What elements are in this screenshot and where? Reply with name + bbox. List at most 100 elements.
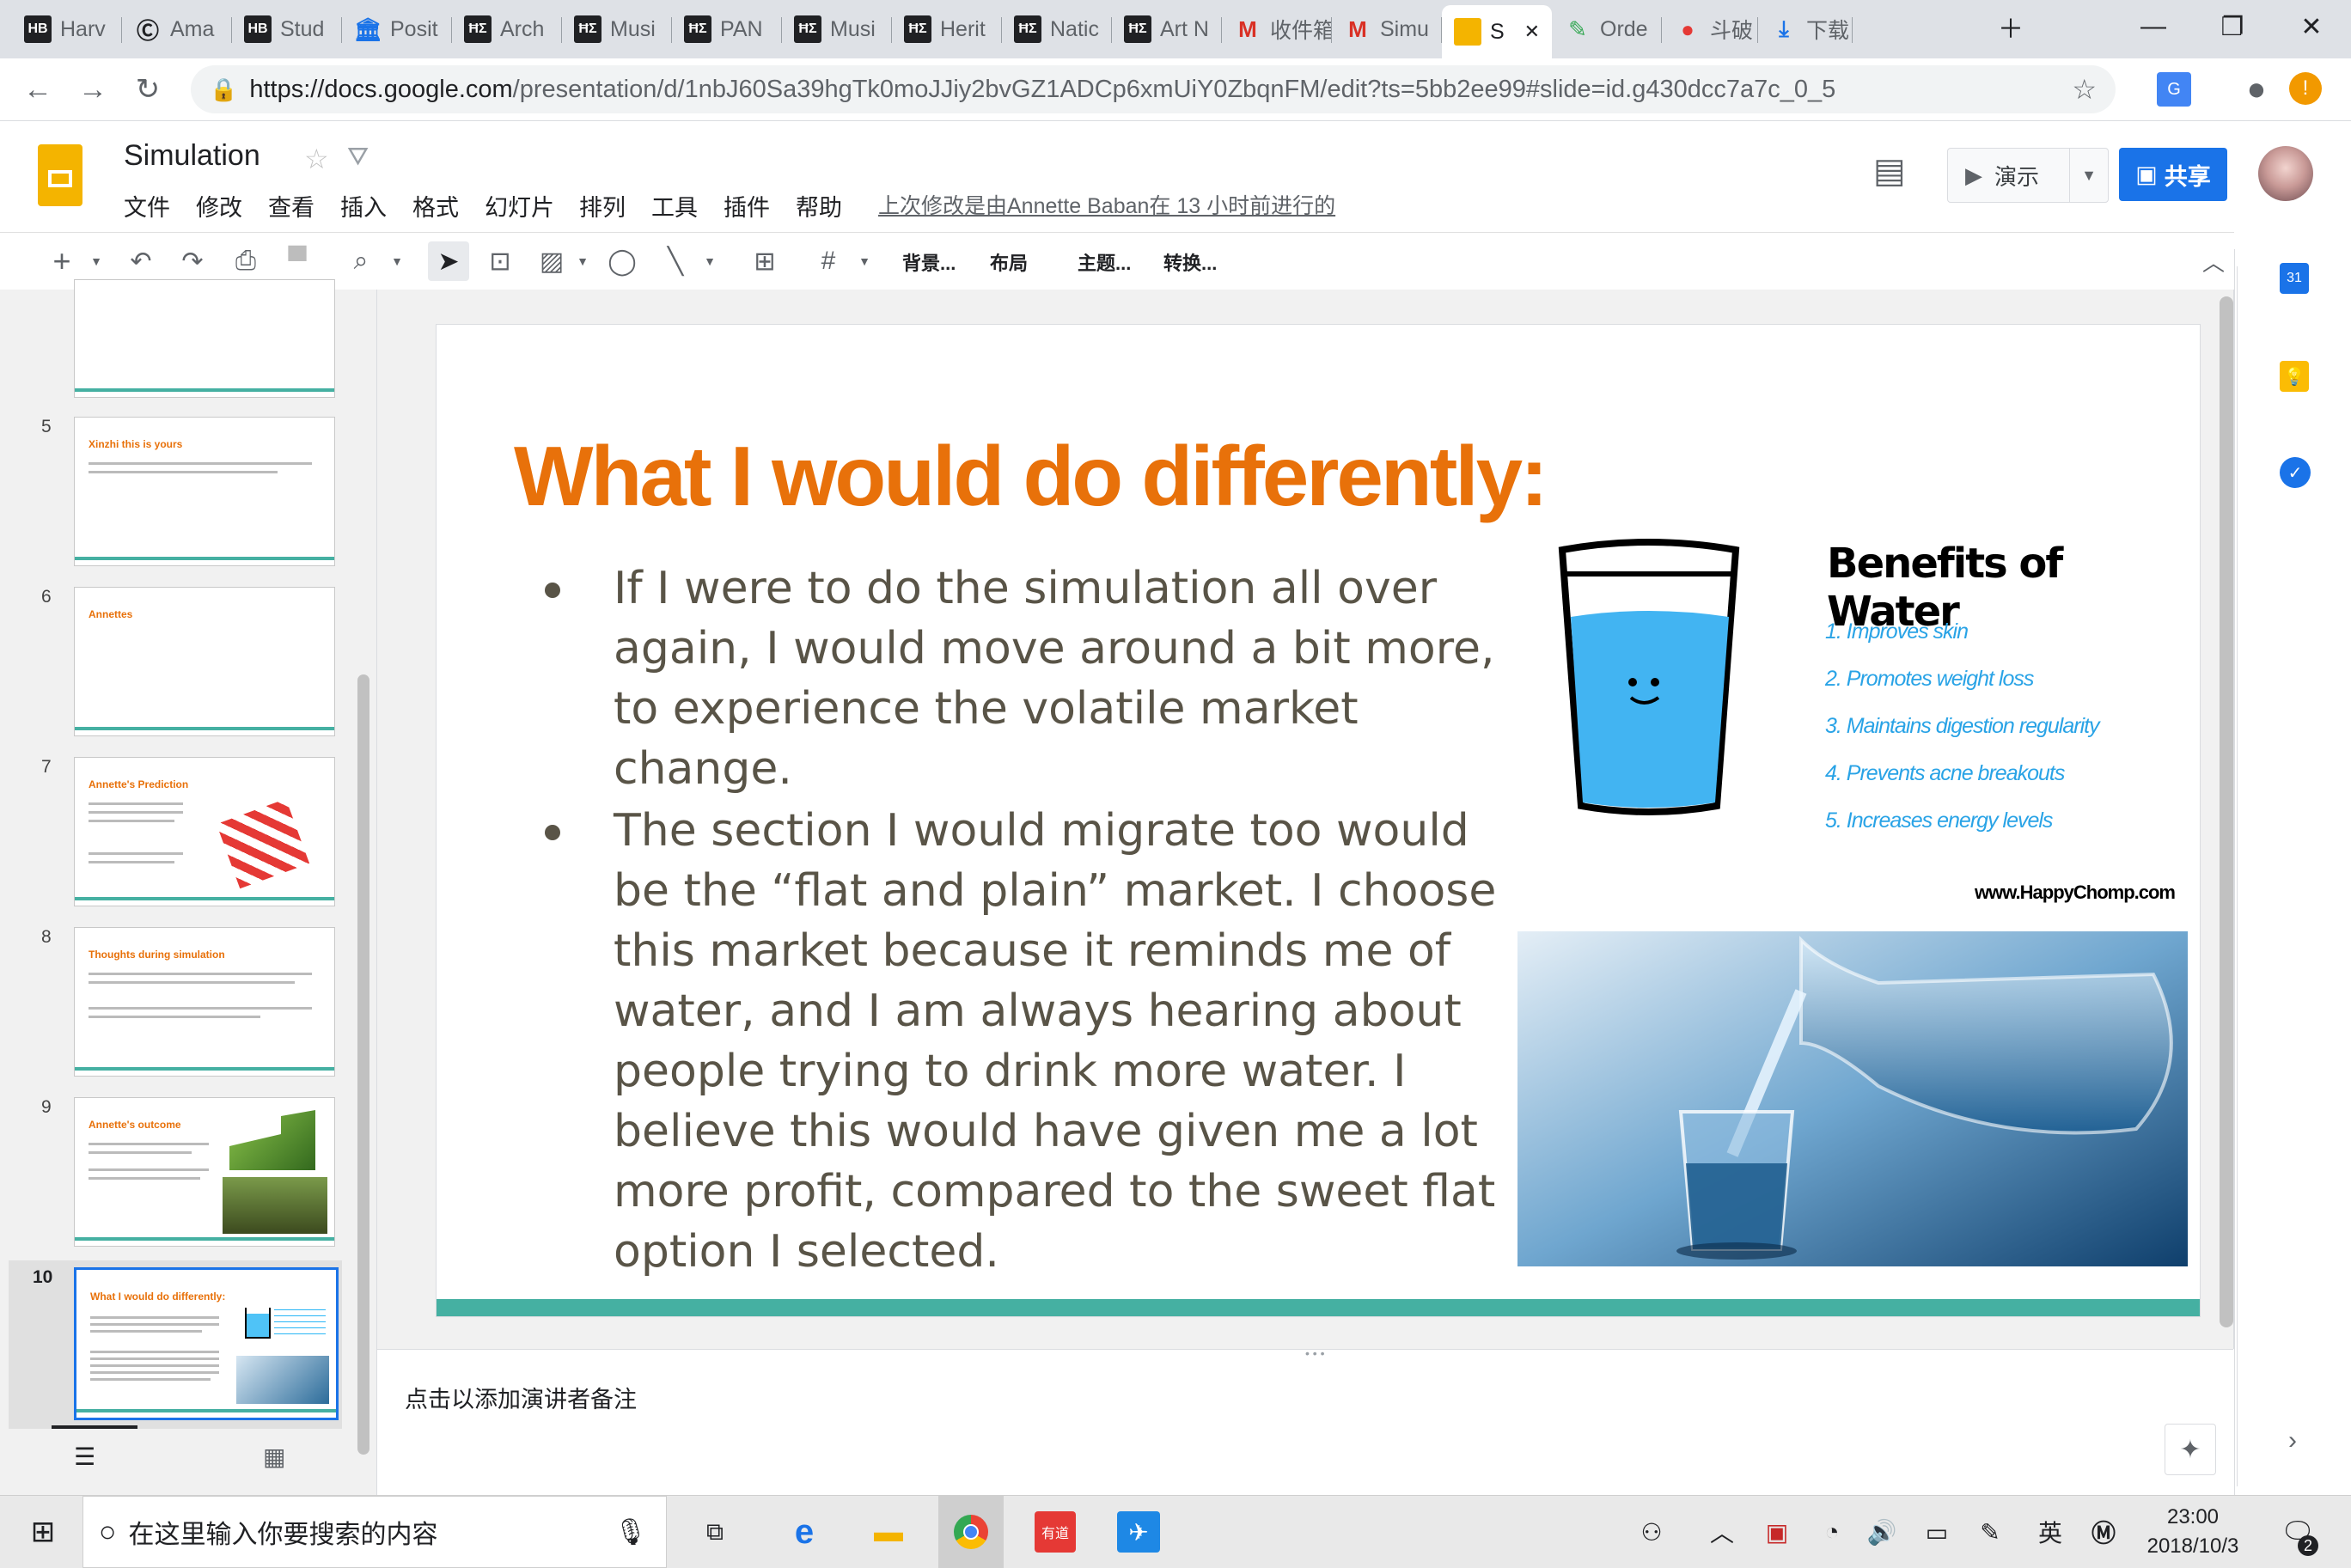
minimize-icon[interactable]: — [2114,0,2193,53]
text-box-icon[interactable]: ⊡ [483,241,517,281]
bookmark-star-icon[interactable]: ☆ [2072,73,2097,106]
browser-tab[interactable]: ● 斗破 [1662,5,1758,53]
bullet-text[interactable]: The section I would migrate too would be… [614,801,1524,1282]
menu-addons[interactable]: 插件 [724,189,770,223]
new-slide-dropdown-icon[interactable]: ▼ [88,241,105,281]
menu-format[interactable]: 格式 [412,189,459,223]
filmstrip-scrollbar[interactable] [357,674,369,1455]
slide-thumbnail-selected[interactable]: What I would do differently: [74,1267,339,1420]
back-icon[interactable]: ← [19,70,57,108]
browser-tab[interactable]: 🏛 Posit [342,5,452,53]
menu-insert[interactable]: 插入 [340,189,387,223]
browser-tab[interactable]: Ⓒ Ama [122,5,232,53]
slide-thumbnail[interactable]: Xinzhi this is yours [74,417,335,566]
paint-format-icon[interactable]: ▀ [280,241,314,281]
reload-icon[interactable]: ↻ [129,70,167,108]
document-title[interactable]: Simulation [124,139,260,173]
browser-tab[interactable]: ✎ Orde [1552,5,1662,53]
move-to-drive-icon[interactable]: ⛛ [347,143,369,172]
browser-tab[interactable]: ĦΣ PAN [672,5,782,53]
microphone-icon[interactable]: 🎙 [614,1517,647,1547]
zoom-icon[interactable]: ⌕ [344,241,378,281]
ime-mode-icon[interactable]: Ⓜ [2085,1496,2122,1568]
background-button[interactable]: 背景... [902,248,956,276]
transition-button[interactable]: 转换... [1163,248,1217,276]
account-icon[interactable]: ● [2238,70,2275,108]
pen-icon[interactable]: ✎ [1971,1496,2009,1568]
wifi-icon[interactable]: ◔ [1813,1496,1851,1568]
chrome-icon[interactable] [938,1496,1004,1568]
notification-center-icon[interactable]: 🗨 2 [2274,1496,2322,1568]
browser-tab[interactable]: ĦΣ Herit [892,5,1002,53]
layout-button[interactable]: 布局 [990,248,1028,276]
windows-start-icon[interactable]: ⊞ [19,1496,67,1568]
close-tab-icon[interactable]: ✕ [1524,21,1540,43]
tasks-icon[interactable]: ✓ [2280,457,2311,488]
menu-tools[interactable]: 工具 [651,189,698,223]
browser-tab[interactable]: M 收件箱 [1222,5,1332,53]
share-button[interactable]: ▣ 共享 [2119,148,2227,201]
menu-help[interactable]: 帮助 [796,189,842,223]
bullet-text[interactable]: If I were to do the simulation all over … [614,558,1524,799]
slide-title[interactable]: What I would do differently: [514,428,1548,525]
print-icon[interactable]: ⎙ [229,241,263,281]
redo-icon[interactable]: ↷ [175,241,210,281]
slide-thumbnail[interactable]: Annettes [74,587,335,736]
water-pouring-photo[interactable] [1517,931,2188,1266]
browser-tab[interactable]: ⤓ 下载 [1758,5,1853,53]
youdao-icon[interactable]: 有道 [1035,1511,1076,1553]
canvas-scrollbar[interactable] [2220,296,2233,1327]
image-dropdown-icon[interactable]: ▼ [574,241,591,281]
slides-logo[interactable] [38,144,82,206]
speaker-notes-panel[interactable]: • • • 点击以添加演讲者备注 ✦ [377,1346,2233,1496]
comments-icon[interactable]: ▤ [1873,151,1906,191]
user-avatar[interactable] [2258,146,2313,201]
select-icon[interactable]: ➤ [428,241,469,281]
browser-tab[interactable]: HB Harv [12,5,122,53]
task-view-icon[interactable]: ⧉ [691,1496,739,1568]
benefits-of-water-image[interactable]: Benefits of Water 1. Improves skin 2. Pr… [1545,522,2198,918]
star-icon[interactable]: ☆ [304,143,329,175]
undo-icon[interactable]: ↶ [124,241,158,281]
present-dropdown-icon[interactable]: ▼ [2069,149,2108,202]
collapse-toolbar-icon[interactable]: ︿ [2196,241,2231,281]
menu-edit[interactable]: 修改 [196,189,242,223]
keep-icon[interactable]: 💡 [2280,361,2309,392]
line-icon[interactable]: ╲ [658,241,693,281]
grid-icon[interactable]: # [811,241,846,281]
tray-overflow-icon[interactable]: ︿ [1703,1496,1741,1568]
browser-tab[interactable]: ĦΣ Art N [1112,5,1222,53]
menu-slide[interactable]: 幻灯片 [485,189,554,223]
browser-tab[interactable]: M Simu [1332,5,1442,53]
browser-tab[interactable]: ĦΣ Natic [1002,5,1112,53]
update-alert-icon[interactable]: ! [2289,72,2322,105]
filmstrip-view-icon[interactable]: ☰ [74,1443,95,1471]
translate-icon[interactable]: G [2157,72,2191,107]
speaker-notes-placeholder[interactable]: 点击以添加演讲者备注 [405,1381,637,1414]
edge-icon[interactable]: e [780,1496,828,1568]
present-button[interactable]: ▶ 演示 ▼ [1947,148,2109,203]
browser-tab[interactable]: HB Stud [232,5,342,53]
line-dropdown-icon[interactable]: ▼ [701,241,718,281]
antivirus-icon[interactable]: ▣ [1758,1496,1796,1568]
notes-resize-handle[interactable]: • • • [1305,1346,1324,1360]
address-bar[interactable]: 🔒 https://docs.google.com/presentation/d… [191,65,2116,113]
browser-tab-active[interactable]: S ✕ [1442,5,1552,58]
slide-thumbnail[interactable]: Annette's outcome [74,1097,335,1247]
shape-icon[interactable]: ◯ [605,241,639,281]
close-window-icon[interactable]: ✕ [2272,0,2351,53]
battery-icon[interactable]: ▭ [1918,1496,1956,1568]
menu-view[interactable]: 查看 [268,189,314,223]
browser-tab[interactable]: ĦΣ Musi [562,5,672,53]
theme-button[interactable]: 主题... [1078,248,1131,276]
new-slide-icon[interactable]: + [45,241,79,281]
people-icon[interactable]: ⚇ [1633,1496,1670,1568]
slide-thumbnail[interactable]: Thoughts during simulation [74,927,335,1077]
calendar-icon[interactable]: 31 [2280,263,2309,294]
grid-view-icon[interactable]: ▦ [263,1443,285,1471]
browser-tab[interactable]: ĦΣ Arch [452,5,562,53]
comment-add-icon[interactable]: ⊞ [748,241,782,281]
image-icon[interactable]: ▨ [534,241,569,281]
slide-canvas[interactable]: What I would do differently: If I were t… [437,325,2200,1316]
mail-app-icon[interactable]: ✈ [1117,1511,1160,1553]
